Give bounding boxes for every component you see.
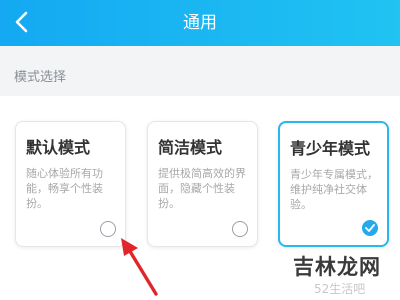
watermark-logo: 吉林龙网	[293, 255, 381, 279]
red-arrow-annotation	[121, 238, 158, 296]
top-navigation-bar: 通用	[0, 0, 400, 46]
page-title: 通用	[183, 13, 217, 33]
checkmark-icon	[365, 224, 375, 232]
mode-title: 青少年模式	[290, 139, 371, 158]
radio-unchecked-icon[interactable]	[232, 221, 248, 237]
settings-screen: 通用 模式选择 默认模式 随心体验所有功能，畅享个性装扮。 简洁模式 提供极简高…	[0, 0, 400, 300]
mode-description: 提供极简高效的界面，隐藏个性装扮。	[158, 167, 246, 210]
radio-unchecked-icon[interactable]	[100, 221, 116, 237]
watermark-site: 52生活吧	[314, 282, 366, 296]
mode-description: 随心体验所有功能，畅享个性装扮。	[26, 167, 103, 210]
mode-card-default[interactable]: 默认模式 随心体验所有功能，畅享个性装扮。	[15, 121, 126, 247]
mode-title: 默认模式	[26, 138, 91, 157]
section-label: 模式选择	[14, 70, 67, 85]
mode-title: 简洁模式	[158, 138, 223, 157]
mode-description: 青少年专属模式，维护纯净社交体验。	[290, 168, 378, 211]
radio-checked-icon[interactable]	[362, 220, 378, 236]
mode-card-simple[interactable]: 简洁模式 提供极简高效的界面，隐藏个性装扮。	[147, 121, 258, 247]
mode-card-teen[interactable]: 青少年模式 青少年专属模式，维护纯净社交体验。	[278, 121, 389, 247]
